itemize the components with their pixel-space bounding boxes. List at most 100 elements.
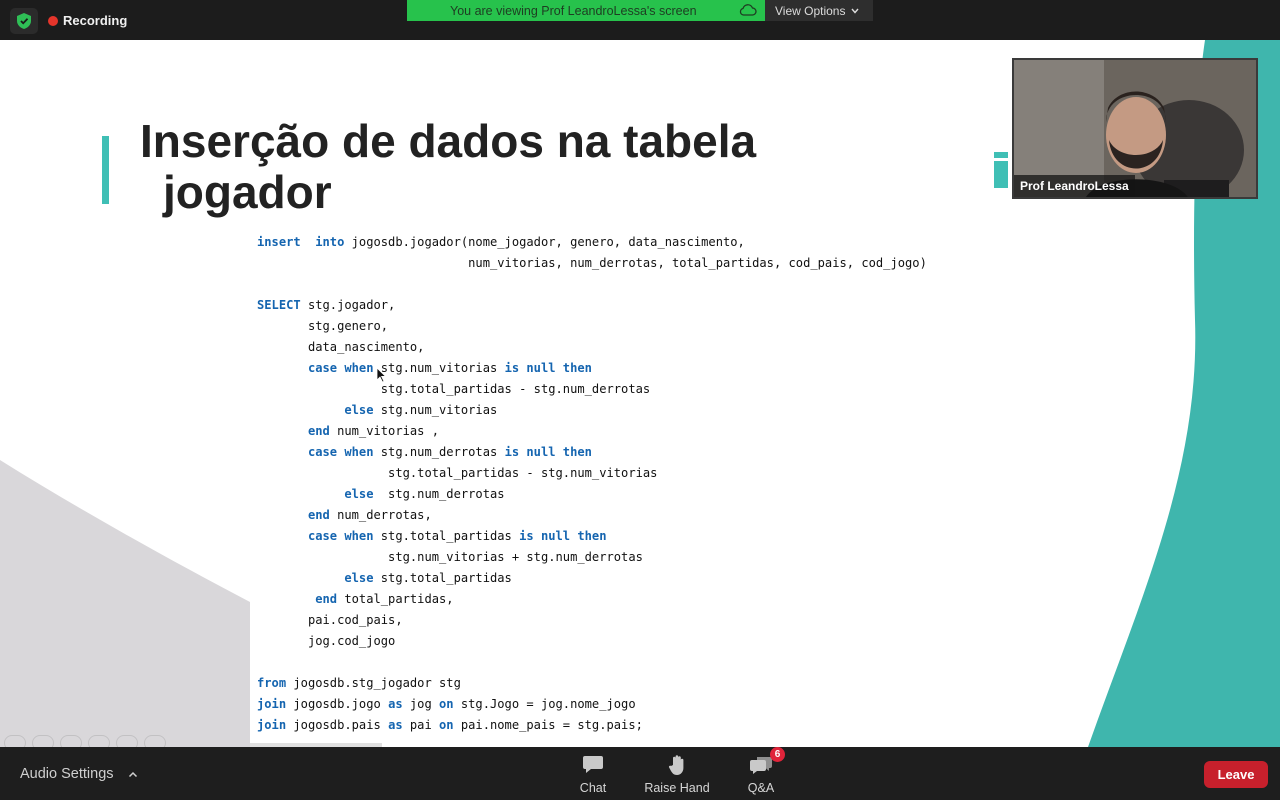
- leave-button[interactable]: Leave: [1204, 761, 1268, 788]
- raise-hand-label: Raise Hand: [644, 781, 710, 795]
- chat-button[interactable]: Chat: [553, 753, 633, 795]
- raise-hand-icon: [668, 755, 684, 775]
- code-text: pai.nome_pais = stg.pais;: [453, 718, 643, 732]
- code-text: jogosdb.jogador(nome_jogador, genero, da…: [344, 235, 745, 249]
- annotation-tool-icon[interactable]: [32, 735, 54, 747]
- qa-label: Q&A: [747, 781, 775, 795]
- code-text: num_vitorias, num_derrotas, total_partid…: [257, 256, 927, 270]
- code-line: else stg.total_partidas: [257, 568, 927, 589]
- code-text: stg.jogador,: [300, 298, 396, 312]
- view-options-button[interactable]: View Options: [765, 0, 873, 21]
- code-keyword: is null then: [504, 445, 592, 459]
- code-keyword: SELECT: [257, 298, 301, 312]
- code-text: jogosdb.pais: [286, 718, 389, 732]
- annotation-tool-icon[interactable]: [88, 735, 110, 747]
- code-text: stg.num_vitorias + stg.num_derrotas: [257, 550, 643, 564]
- code-text: stg.total_partidas - stg.num_vitorias: [257, 466, 658, 480]
- code-text: data_nascimento,: [257, 340, 425, 354]
- title-accent-bar: [102, 136, 109, 204]
- code-keyword: join: [257, 697, 287, 711]
- slide-annotation-toolbar[interactable]: [4, 735, 166, 747]
- code-line: stg.total_partidas - stg.num_derrotas: [257, 379, 927, 400]
- shield-icon: [17, 13, 31, 29]
- view-options-label: View Options: [775, 3, 846, 18]
- text-cursor-icon: [376, 367, 386, 383]
- annotation-tool-icon[interactable]: [144, 735, 166, 747]
- code-keyword: else: [344, 403, 374, 417]
- code-text: stg.total_partidas - stg.num_derrotas: [257, 382, 651, 396]
- code-text: pai: [402, 718, 440, 732]
- code-keyword: from: [257, 676, 287, 690]
- code-line: else stg.num_vitorias: [257, 400, 927, 421]
- code-keyword: end: [307, 508, 330, 522]
- code-text: stg.num_derrotas: [373, 487, 505, 501]
- code-text: stg.num_derrotas: [373, 445, 505, 459]
- chat-icon: [583, 756, 603, 773]
- code-keyword: end: [307, 424, 330, 438]
- slide-title-line-1: Inserção de dados na tabela: [140, 115, 757, 167]
- code-line: join jogosdb.jogo as jog on stg.Jogo = j…: [257, 694, 927, 715]
- annotation-tool-icon[interactable]: [60, 735, 82, 747]
- viewing-text: You are viewing Prof LeandroLessa's scre…: [450, 4, 697, 18]
- recording-label: Recording: [63, 13, 128, 28]
- slide-accent-mark: [994, 152, 1008, 188]
- slide-title-line-2: jogador: [163, 166, 332, 218]
- code-line: data_nascimento,: [257, 337, 927, 358]
- code-text: stg.genero,: [257, 319, 389, 333]
- code-line: end num_vitorias ,: [257, 421, 927, 442]
- qa-button[interactable]: 6 Q&A: [721, 747, 801, 795]
- code-line: case when stg.total_partidas is null the…: [257, 526, 927, 547]
- code-line: else stg.num_derrotas: [257, 484, 927, 505]
- recording-indicator[interactable]: Recording: [48, 13, 127, 28]
- code-keyword: case when: [307, 529, 374, 543]
- chevron-up-icon[interactable]: [128, 771, 138, 778]
- audio-settings-button[interactable]: Audio Settings: [20, 766, 138, 782]
- top-bar: Recording You are viewing Prof LeandroLe…: [0, 0, 1280, 40]
- code-text: jog.cod_jogo: [257, 634, 396, 648]
- slide-title: Inserção de dados na tabela jogador: [140, 116, 840, 218]
- sql-code-block: insert into jogosdb.jogador(nome_jogador…: [257, 232, 927, 736]
- annotation-tool-icon[interactable]: [116, 735, 138, 747]
- chat-label: Chat: [579, 781, 607, 795]
- recording-dot-icon: [48, 15, 58, 26]
- code-keyword: on: [439, 718, 454, 732]
- viewing-banner: You are viewing Prof LeandroLessa's scre…: [407, 0, 765, 21]
- code-keyword: end: [315, 592, 338, 606]
- code-text: stg.total_partidas: [373, 529, 520, 543]
- code-text: total_partidas,: [337, 592, 454, 606]
- code-keyword: else: [344, 571, 374, 585]
- annotation-tool-icon[interactable]: [4, 735, 26, 747]
- code-line: from jogosdb.stg_jogador stg: [257, 673, 927, 694]
- code-text: stg.Jogo = jog.nome_jogo: [453, 697, 636, 711]
- code-line: end total_partidas,: [257, 589, 927, 610]
- code-line: case when stg.num_derrotas is null then: [257, 442, 927, 463]
- code-keyword: as: [388, 697, 403, 711]
- code-keyword: case when: [307, 445, 374, 459]
- code-keyword: as: [388, 718, 403, 732]
- raise-hand-button[interactable]: Raise Hand: [637, 753, 717, 795]
- code-line: insert into jogosdb.jogador(nome_jogador…: [257, 232, 927, 253]
- security-shield-icon[interactable]: [10, 8, 38, 34]
- code-line: end num_derrotas,: [257, 505, 927, 526]
- code-line: stg.genero,: [257, 316, 927, 337]
- code-text: num_derrotas,: [329, 508, 432, 522]
- code-keyword: into: [315, 235, 345, 249]
- code-line: jog.cod_jogo: [257, 631, 927, 652]
- participant-video-tile[interactable]: Prof LeandroLessa: [1012, 58, 1258, 199]
- participant-name-label: Prof LeandroLessa: [1014, 175, 1135, 197]
- code-text: jogosdb.stg_jogador stg: [286, 676, 461, 690]
- bottom-toolbar: Audio Settings Chat Raise Hand 6 Q&A Lea…: [0, 747, 1280, 800]
- code-text: jogosdb.jogo: [286, 697, 389, 711]
- code-keyword: join: [257, 718, 287, 732]
- code-keyword: on: [439, 697, 454, 711]
- code-line: pai.cod_pais,: [257, 610, 927, 631]
- code-text: stg.num_vitorias: [373, 403, 498, 417]
- code-text: jog: [402, 697, 440, 711]
